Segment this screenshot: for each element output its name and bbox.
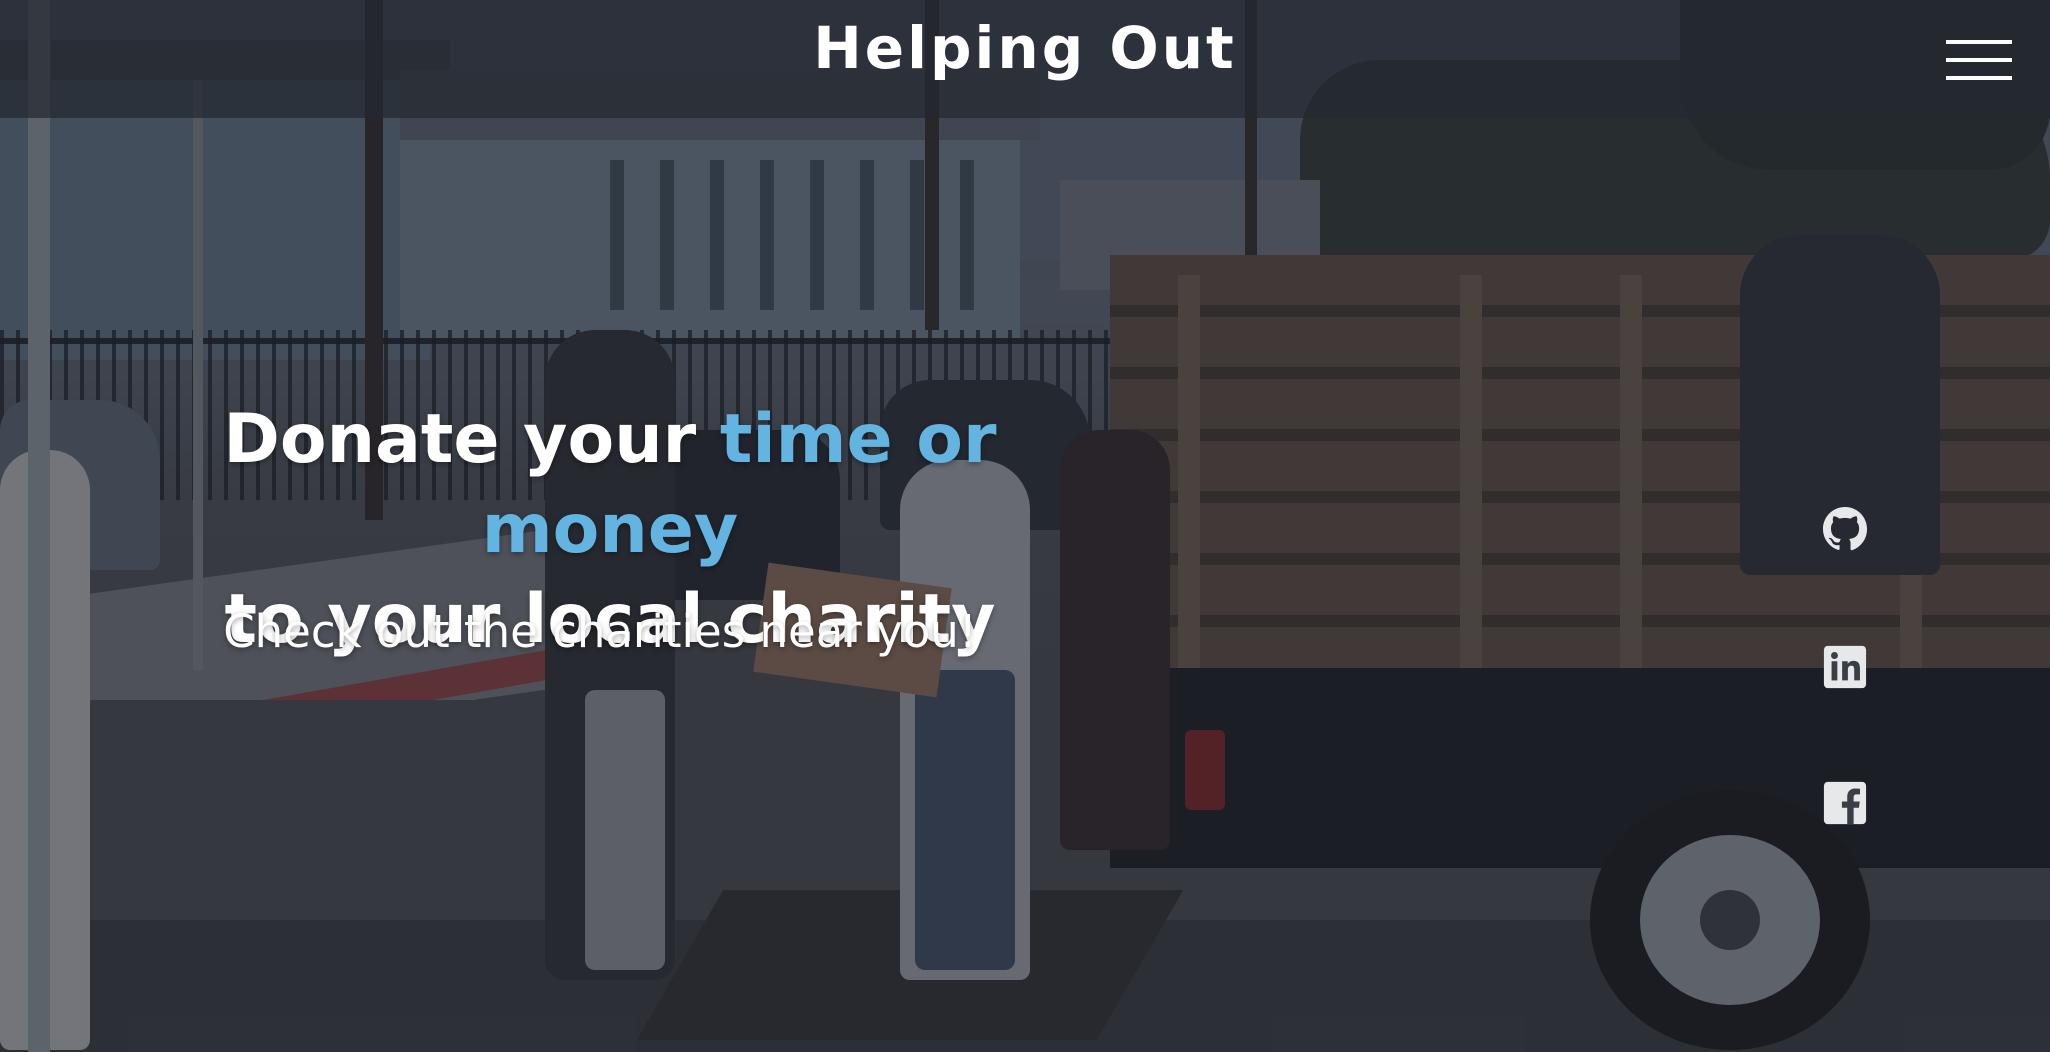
brand-title[interactable]: Helping Out	[0, 14, 2050, 82]
hamburger-bar	[1946, 58, 2012, 62]
hero-heading-line-1: Donate your time or money	[100, 395, 1120, 575]
hero-heading-prefix: Donate your	[223, 400, 720, 479]
facebook-icon-graphic	[1823, 781, 1867, 825]
linkedin-icon-graphic	[1823, 645, 1867, 689]
hamburger-bar	[1946, 76, 2012, 80]
navbar: Helping Out	[0, 0, 2050, 118]
facebook-icon[interactable]	[1822, 780, 1868, 826]
github-icon-graphic	[1822, 506, 1868, 551]
hamburger-menu-icon[interactable]	[1930, 36, 2028, 88]
linkedin-icon[interactable]	[1822, 644, 1868, 690]
hamburger-bar	[1946, 40, 2012, 44]
hero-subtitle: Check out the charities near you!	[223, 605, 977, 658]
github-icon[interactable]	[1822, 506, 1868, 552]
